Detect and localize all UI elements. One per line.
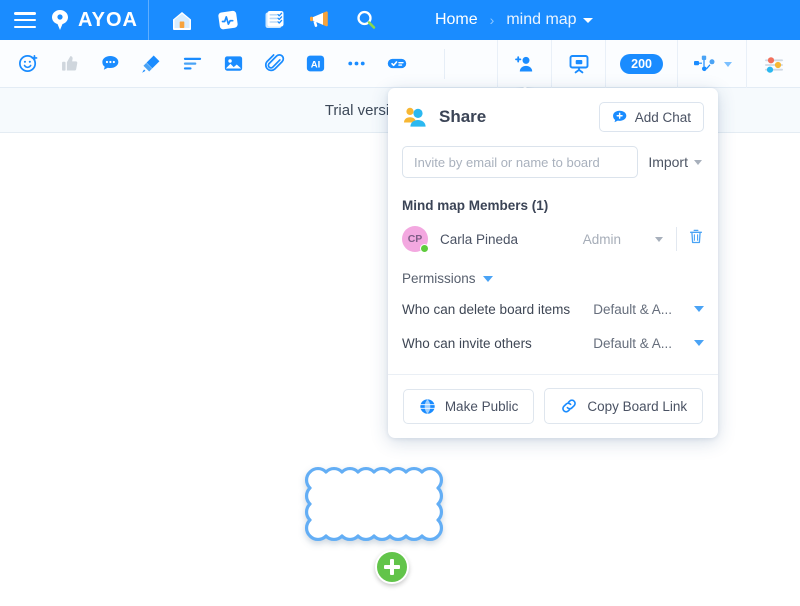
svg-text:AI: AI <box>310 59 320 70</box>
online-status-dot <box>420 244 429 253</box>
text-align-icon[interactable] <box>180 52 204 76</box>
chat-plus-icon <box>612 110 627 123</box>
share-popup-body: Import Mind map Members (1) CP Carla Pin… <box>388 142 718 360</box>
tasks-icon[interactable] <box>261 7 287 33</box>
permissions-chevron-down-icon <box>482 275 493 282</box>
share-popup-header: Share Add Chat <box>388 88 718 142</box>
thumbs-up-icon[interactable] <box>57 52 81 76</box>
permission-chevron-down-icon[interactable] <box>694 306 704 312</box>
import-chevron-down-icon <box>694 159 702 165</box>
permission-label: Who can delete board items <box>402 301 571 317</box>
permission-value: Default & A... <box>593 335 672 351</box>
hamburger-menu-icon[interactable] <box>14 12 36 28</box>
breadcrumb-current[interactable]: mind map <box>506 11 576 29</box>
emoji-add-icon[interactable] <box>16 52 40 76</box>
mind-map-layout-icon[interactable] <box>677 40 746 88</box>
task-card-icon[interactable] <box>385 52 409 76</box>
ai-icon[interactable]: AI <box>303 52 327 76</box>
permissions-toggle[interactable]: Permissions <box>402 271 704 286</box>
ayoa-mark-icon <box>52 10 68 30</box>
search-icon[interactable] <box>353 7 379 33</box>
node-count-value: 200 <box>620 54 663 74</box>
member-row: CP Carla Pineda Admin <box>402 221 704 257</box>
add-chat-button[interactable]: Add Chat <box>598 102 704 132</box>
board-toolbar: AI 200 <box>0 40 800 88</box>
link-icon <box>562 399 577 413</box>
delete-member-icon[interactable] <box>688 228 704 250</box>
avatar-initials: CP <box>407 233 423 245</box>
ayoa-app-window: AYOA Home › mind map AI 200 Trial versio… <box>0 0 800 606</box>
paint-brush-icon[interactable] <box>139 52 163 76</box>
avatar[interactable]: CP <box>402 226 429 253</box>
invite-input[interactable] <box>402 146 639 178</box>
topbar-divider <box>147 0 149 40</box>
top-navigation-bar: AYOA Home › mind map <box>0 0 800 40</box>
share-popup-footer: Make Public Copy Board Link <box>388 374 718 438</box>
share-people-icon <box>404 107 426 127</box>
permission-label: Who can invite others <box>402 335 532 351</box>
add-child-node-button[interactable] <box>375 550 409 584</box>
import-label: Import <box>648 154 688 170</box>
permission-value: Default & A... <box>593 301 672 317</box>
toolbar-divider <box>444 48 445 79</box>
brand-name: AYOA <box>78 8 138 31</box>
breadcrumb: Home › mind map <box>435 11 593 29</box>
member-role-chevron-down-icon[interactable] <box>655 236 663 242</box>
image-icon[interactable] <box>221 52 245 76</box>
member-name: Carla Pineda <box>440 231 519 247</box>
toolbar-left-group: AI <box>0 48 445 79</box>
copy-board-link-button[interactable]: Copy Board Link <box>544 388 704 424</box>
topbar-icon-group <box>169 7 379 33</box>
permission-row-delete-items[interactable]: Who can delete board items Default & A..… <box>402 292 704 326</box>
node-count-badge[interactable]: 200 <box>605 40 677 88</box>
member-role: Admin <box>582 231 621 247</box>
make-public-label: Make Public <box>444 398 519 414</box>
activity-icon[interactable] <box>215 7 241 33</box>
member-row-divider <box>676 227 677 251</box>
breadcrumb-separator: › <box>489 12 495 28</box>
more-options-icon[interactable] <box>344 52 368 76</box>
share-popup-title: Share <box>439 107 487 126</box>
make-public-button[interactable]: Make Public <box>402 388 535 424</box>
permission-row-invite-others[interactable]: Who can invite others Default & A... <box>402 326 704 360</box>
root-node[interactable] <box>288 450 488 584</box>
globe-icon <box>420 398 435 414</box>
invite-row: Import <box>402 146 704 178</box>
share-popup: Share Add Chat Import Mind map Members (… <box>388 88 718 438</box>
permission-chevron-down-icon[interactable] <box>694 340 704 346</box>
add-chat-label: Add Chat <box>634 109 691 125</box>
announcements-icon[interactable] <box>307 7 333 33</box>
permissions-label: Permissions <box>402 271 476 286</box>
breadcrumb-home[interactable]: Home <box>435 11 478 29</box>
attachment-icon[interactable] <box>262 52 286 76</box>
board-settings-icon[interactable] <box>746 40 800 88</box>
layout-chevron-down-icon[interactable] <box>724 61 732 67</box>
copy-board-link-label: Copy Board Link <box>587 398 688 414</box>
comment-icon[interactable] <box>98 52 122 76</box>
ayoa-logo[interactable]: AYOA <box>48 8 138 32</box>
presentation-icon[interactable] <box>551 40 605 88</box>
breadcrumb-chevron-down-icon[interactable] <box>582 17 593 23</box>
home-icon[interactable] <box>169 7 195 33</box>
toolbar-right-group: 200 <box>497 40 800 88</box>
members-heading: Mind map Members (1) <box>402 198 549 213</box>
import-dropdown[interactable]: Import <box>648 154 704 170</box>
share-add-person-icon[interactable] <box>497 40 551 88</box>
